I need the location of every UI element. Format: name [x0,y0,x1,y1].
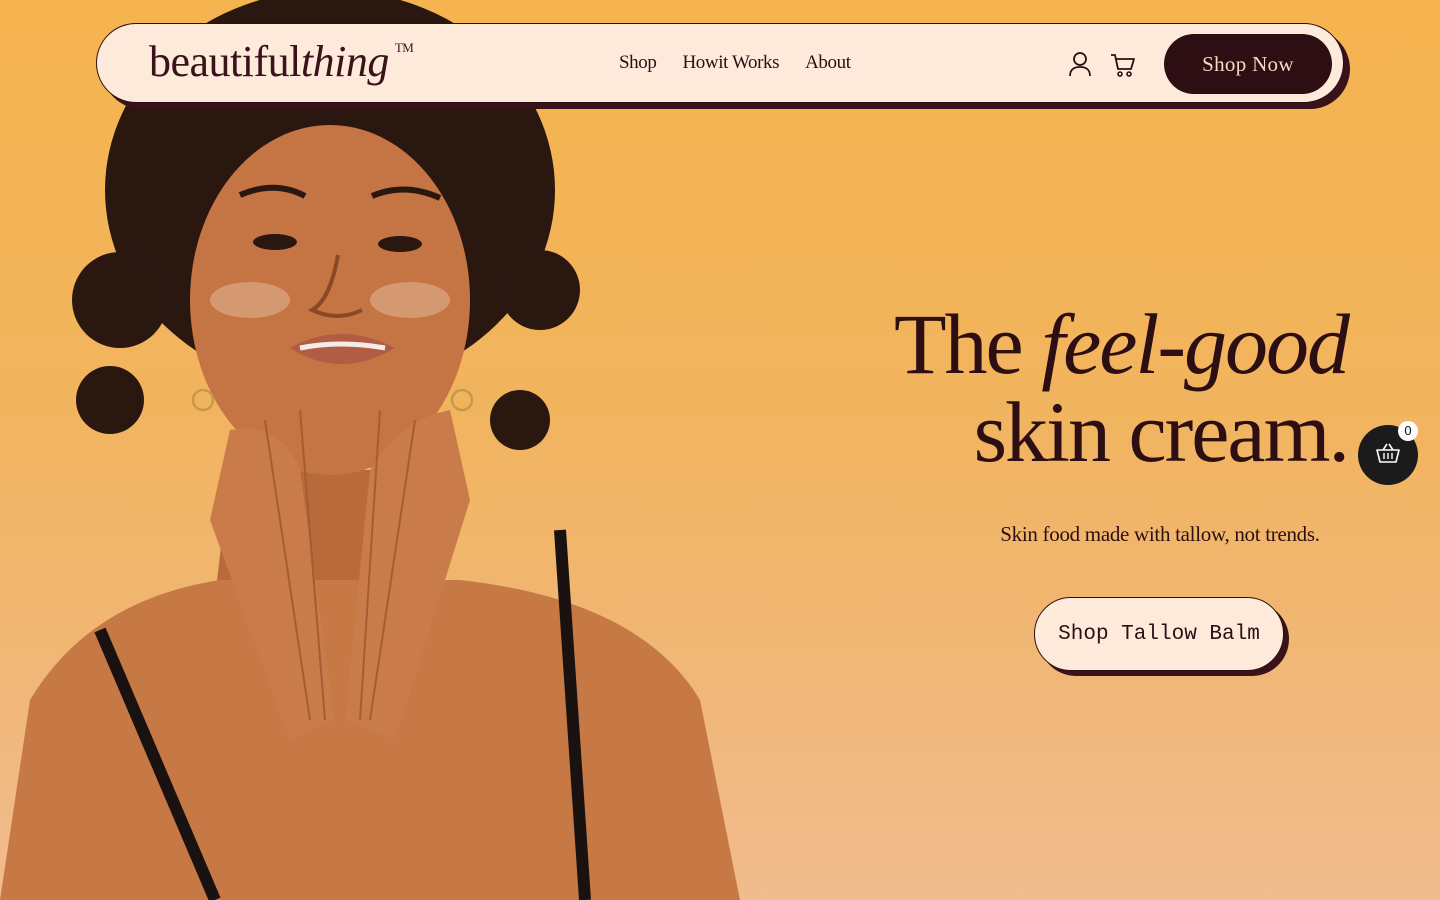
account-button[interactable] [1068,51,1092,77]
cart-icon [1111,54,1135,77]
floating-cart-button[interactable]: 0 [1358,421,1418,485]
hero-photo [0,0,760,900]
user-icon [1069,52,1091,77]
headline-feel-good: feel-good [1041,296,1350,392]
basket-icon [1376,443,1400,463]
hero-headline: The feel-good skin cream. [894,300,1350,480]
cart-count-badge: 0 [1398,421,1418,441]
headline-line-2: skin cream. [973,384,1350,480]
shop-tallow-balm-button[interactable]: Shop Tallow Balm [1034,597,1284,671]
logo-trademark: TM [394,40,414,55]
hero-subheadline: Skin food made with tallow, not trends. [1000,522,1320,546]
headline-the: The [894,296,1024,392]
logo-italic-text: thing [300,37,389,86]
logo-main-text: beautiful [149,37,301,86]
nav-link-shop[interactable]: Shop [619,52,657,74]
headline-line-1: The feel-good [894,300,1350,388]
nav-link-about[interactable]: About [805,52,851,74]
cart-button[interactable] [1110,52,1136,78]
navbar: beautifulthing TM Shop Howit Works About … [96,23,1344,103]
nav-links: Shop Howit Works About [619,52,851,74]
shop-now-button[interactable]: Shop Now [1164,34,1332,94]
nav-link-how-it-works[interactable]: Howit Works [682,52,779,74]
brand-logo[interactable]: beautifulthing TM [149,37,414,96]
